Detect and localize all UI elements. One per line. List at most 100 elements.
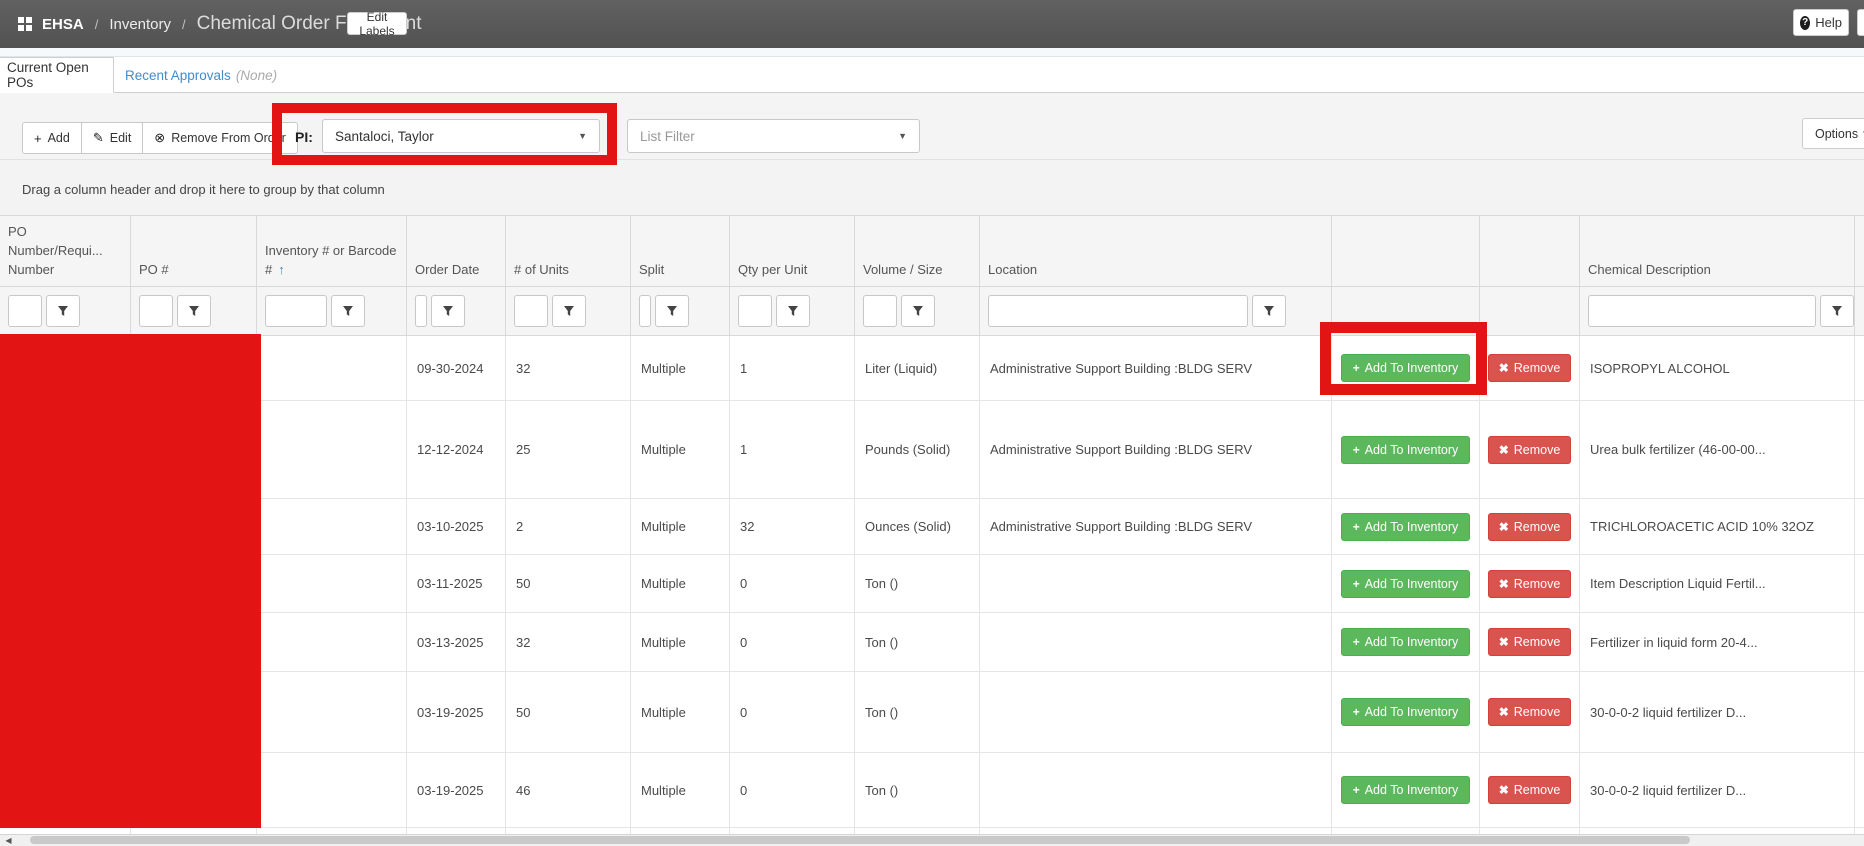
filter-input-units[interactable]	[514, 295, 548, 327]
x-icon: ✖	[1499, 443, 1509, 457]
breadcrumb-separator: /	[182, 17, 186, 32]
filter-button-po[interactable]	[177, 295, 211, 327]
filter-input-description[interactable]	[1588, 295, 1816, 327]
filter-funnel-icon	[563, 305, 575, 317]
add-to-inventory-button[interactable]: +Add To Inventory	[1341, 436, 1470, 464]
pi-select[interactable]: Santaloci, Taylor ▼	[322, 119, 600, 153]
column-header-inventory-barcode[interactable]: Inventory # or Barcode #↑	[257, 216, 407, 286]
cell-description: ISOPROPYL ALCOHOL	[1580, 336, 1855, 400]
add-button[interactable]: + Add	[22, 122, 82, 154]
orders-grid: PO Number/Requi... Number PO # Inventory…	[0, 215, 1864, 841]
column-header-volume-size[interactable]: Volume / Size	[855, 216, 980, 286]
cell-order-date: 03-19-2025	[407, 753, 506, 827]
top-navbar: EHSA / Inventory / Chemical Order Fulfil…	[0, 0, 1864, 48]
column-header-sliver	[1855, 216, 1864, 286]
filter-button-location[interactable]	[1252, 295, 1286, 327]
column-header-split[interactable]: Split	[631, 216, 730, 286]
filter-input-po-req[interactable]	[8, 295, 42, 327]
table-row: 03-10-2025 2 Multiple 32 Ounces (Solid) …	[0, 499, 1864, 555]
filter-button-inventory[interactable]	[331, 295, 365, 327]
cell-po	[131, 672, 257, 752]
chevron-down-icon: ▼	[578, 131, 587, 141]
chevron-down-icon: ▼	[898, 131, 907, 141]
cell-location	[980, 672, 1332, 752]
x-icon: ✖	[1499, 361, 1509, 375]
remove-button[interactable]: ✖Remove	[1488, 570, 1571, 598]
cell-inventory	[257, 753, 407, 827]
filter-button-po-req[interactable]	[46, 295, 80, 327]
toolbar-button-group: + Add ✎ Edit ⊗ Remove From Order	[22, 122, 298, 154]
filter-input-location[interactable]	[988, 295, 1248, 327]
cell-description: Urea bulk fertilizer (46-00-00...	[1580, 401, 1855, 498]
remove-button[interactable]: ✖Remove	[1488, 698, 1571, 726]
remove-button[interactable]: ✖Remove	[1488, 776, 1571, 804]
column-header-po[interactable]: PO #	[131, 216, 257, 286]
cell-qty: 1	[730, 336, 855, 400]
filter-input-inventory[interactable]	[265, 295, 327, 327]
add-to-inventory-button[interactable]: +Add To Inventory	[1341, 776, 1470, 804]
x-icon: ✖	[1499, 705, 1509, 719]
edit-button[interactable]: ✎ Edit	[81, 122, 143, 154]
filter-button-units[interactable]	[552, 295, 586, 327]
brand-name[interactable]: EHSA	[42, 16, 84, 33]
column-header-po-req-number[interactable]: PO Number/Requi... Number	[0, 216, 131, 286]
filter-funnel-icon	[787, 305, 799, 317]
options-button[interactable]: Options ▾	[1802, 118, 1864, 149]
list-filter-select[interactable]: List Filter ▼	[627, 119, 920, 153]
cell-order-date: 03-10-2025	[407, 499, 506, 554]
cell-po-req	[0, 555, 131, 612]
cut-off-navbar-button[interactable]	[1857, 9, 1864, 36]
add-to-inventory-button[interactable]: +Add To Inventory	[1341, 698, 1470, 726]
help-button[interactable]: ? Help	[1793, 9, 1849, 36]
cell-order-date: 12-12-2024	[407, 401, 506, 498]
filter-input-qty[interactable]	[738, 295, 772, 327]
add-to-inventory-button[interactable]: +Add To Inventory	[1341, 354, 1470, 382]
tab-recent-approvals[interactable]: Recent Approvals (None)	[125, 57, 277, 93]
column-header-remove-actions	[1480, 216, 1580, 286]
cell-description: Fertilizer in liquid form 20-4...	[1580, 613, 1855, 671]
remove-button[interactable]: ✖Remove	[1488, 436, 1571, 464]
cell-volume: Ton ()	[855, 672, 980, 752]
edit-labels-button[interactable]: Edit Labels	[347, 12, 407, 35]
add-to-inventory-button[interactable]: +Add To Inventory	[1341, 570, 1470, 598]
remove-button[interactable]: ✖Remove	[1488, 354, 1571, 382]
cell-location: Administrative Support Building :BLDG SE…	[980, 401, 1332, 498]
cell-units: 25	[506, 401, 631, 498]
filter-input-order-date[interactable]	[415, 295, 427, 327]
column-header-order-date[interactable]: Order Date	[407, 216, 506, 286]
grid-filter-row	[0, 287, 1864, 336]
cell-qty: 0	[730, 613, 855, 671]
cell-location: Administrative Support Building :BLDG SE…	[980, 336, 1332, 400]
cell-inventory	[257, 613, 407, 671]
column-header-units[interactable]: # of Units	[506, 216, 631, 286]
filter-input-po[interactable]	[139, 295, 173, 327]
breadcrumb-inventory[interactable]: Inventory	[109, 16, 171, 33]
filter-input-split[interactable]	[639, 295, 651, 327]
add-to-inventory-button[interactable]: +Add To Inventory	[1341, 628, 1470, 656]
remove-from-order-button[interactable]: ⊗ Remove From Order	[142, 122, 298, 154]
options-label: Options	[1815, 127, 1858, 141]
add-to-inventory-button[interactable]: +Add To Inventory	[1341, 513, 1470, 541]
column-header-location[interactable]: Location	[980, 216, 1332, 286]
plus-icon: +	[1353, 361, 1360, 375]
list-filter-placeholder: List Filter	[640, 129, 695, 144]
plus-icon: +	[34, 131, 42, 146]
filter-input-volume[interactable]	[863, 295, 897, 327]
column-header-qty-per-unit[interactable]: Qty per Unit	[730, 216, 855, 286]
filter-button-description[interactable]	[1820, 295, 1854, 327]
filter-funnel-icon	[342, 305, 354, 317]
horizontal-scrollbar-thumb[interactable]	[30, 836, 1690, 844]
cell-volume: Ton ()	[855, 753, 980, 827]
scroll-left-arrow-icon[interactable]: ◀	[0, 834, 17, 846]
cell-po	[131, 499, 257, 554]
filter-button-order-date[interactable]	[431, 295, 465, 327]
filter-button-volume[interactable]	[901, 295, 935, 327]
filter-button-split[interactable]	[655, 295, 689, 327]
remove-button[interactable]: ✖Remove	[1488, 628, 1571, 656]
filter-button-qty[interactable]	[776, 295, 810, 327]
tab-current-open-pos[interactable]: Current Open POs	[0, 57, 114, 93]
remove-button[interactable]: ✖Remove	[1488, 513, 1571, 541]
column-header-chemical-description[interactable]: Chemical Description	[1580, 216, 1855, 286]
column-header-add-actions	[1332, 216, 1480, 286]
cell-location	[980, 555, 1332, 612]
